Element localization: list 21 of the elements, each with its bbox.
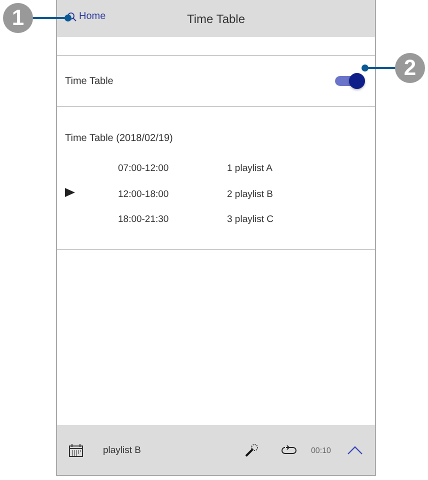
time-range: 12:00-18:00 (118, 188, 170, 200)
callout-marker: 1 (3, 3, 33, 33)
repeat-icon[interactable] (280, 444, 297, 456)
home-link[interactable]: Home (67, 11, 106, 22)
chevron-up-icon[interactable] (347, 446, 363, 454)
setting-label: Time Table (65, 76, 114, 86)
magic-wand-icon[interactable] (244, 443, 259, 457)
playlist-name: 1 playlist A (227, 163, 274, 174)
playlist-name: 3 playlist C (227, 214, 274, 225)
calendar-icon[interactable] (69, 444, 83, 456)
time-range: 18:00-21:30 (118, 214, 170, 225)
screen-title: Time Table (186, 12, 246, 26)
playlist-name: 2 playlist B (227, 188, 274, 200)
callout-marker: 2 (395, 53, 425, 83)
toggle-switch[interactable] (335, 73, 365, 89)
time-range: 07:00-12:00 (118, 163, 170, 174)
elapsed-time: 00:10 (310, 446, 331, 454)
schedule-title: Time Table (2018/02/19) (65, 133, 174, 144)
search-icon (67, 12, 77, 22)
current-playlist: playlist B (103, 444, 142, 456)
leader-line (30, 14, 72, 22)
